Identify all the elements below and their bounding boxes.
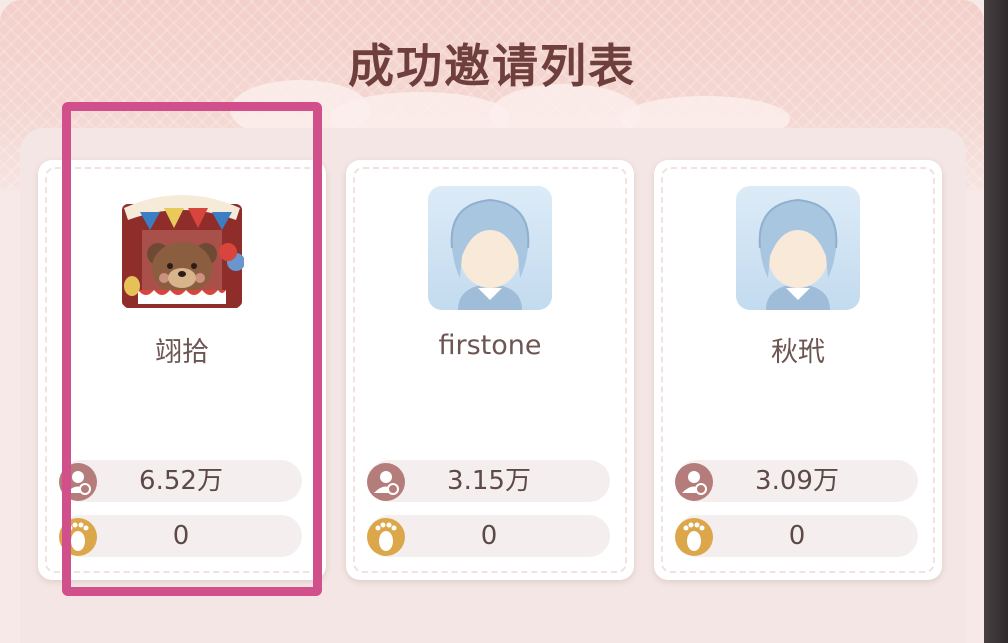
- page-title: 成功邀请列表: [348, 39, 636, 93]
- followers-stat: 3.09万: [675, 460, 918, 502]
- footprints-stat: 0: [367, 515, 610, 557]
- followers-value: 3.15万: [447, 466, 531, 496]
- default-boy-avatar-icon[interactable]: [428, 186, 552, 310]
- selection-highlight: [62, 102, 322, 596]
- followers-value: 3.09万: [755, 466, 839, 496]
- footprints-value: 0: [788, 521, 806, 551]
- invitee-name: firstone: [438, 330, 542, 361]
- background-overlay-right: [982, 0, 1008, 643]
- invite-list-panel: 成功邀请列表 翊拾 6.52万 0 firstone 3.15万 0 秋玳 3.…: [0, 0, 984, 643]
- followers-stat: 3.15万: [367, 460, 610, 502]
- invitee-card[interactable]: 秋玳 3.09万 0: [654, 160, 942, 580]
- footprints-value: 0: [480, 521, 498, 551]
- invitee-name: 秋玳: [771, 337, 825, 368]
- invitee-card[interactable]: firstone 3.15万 0: [346, 160, 634, 580]
- default-boy-avatar-icon[interactable]: [736, 186, 860, 310]
- footprints-stat: 0: [675, 515, 918, 557]
